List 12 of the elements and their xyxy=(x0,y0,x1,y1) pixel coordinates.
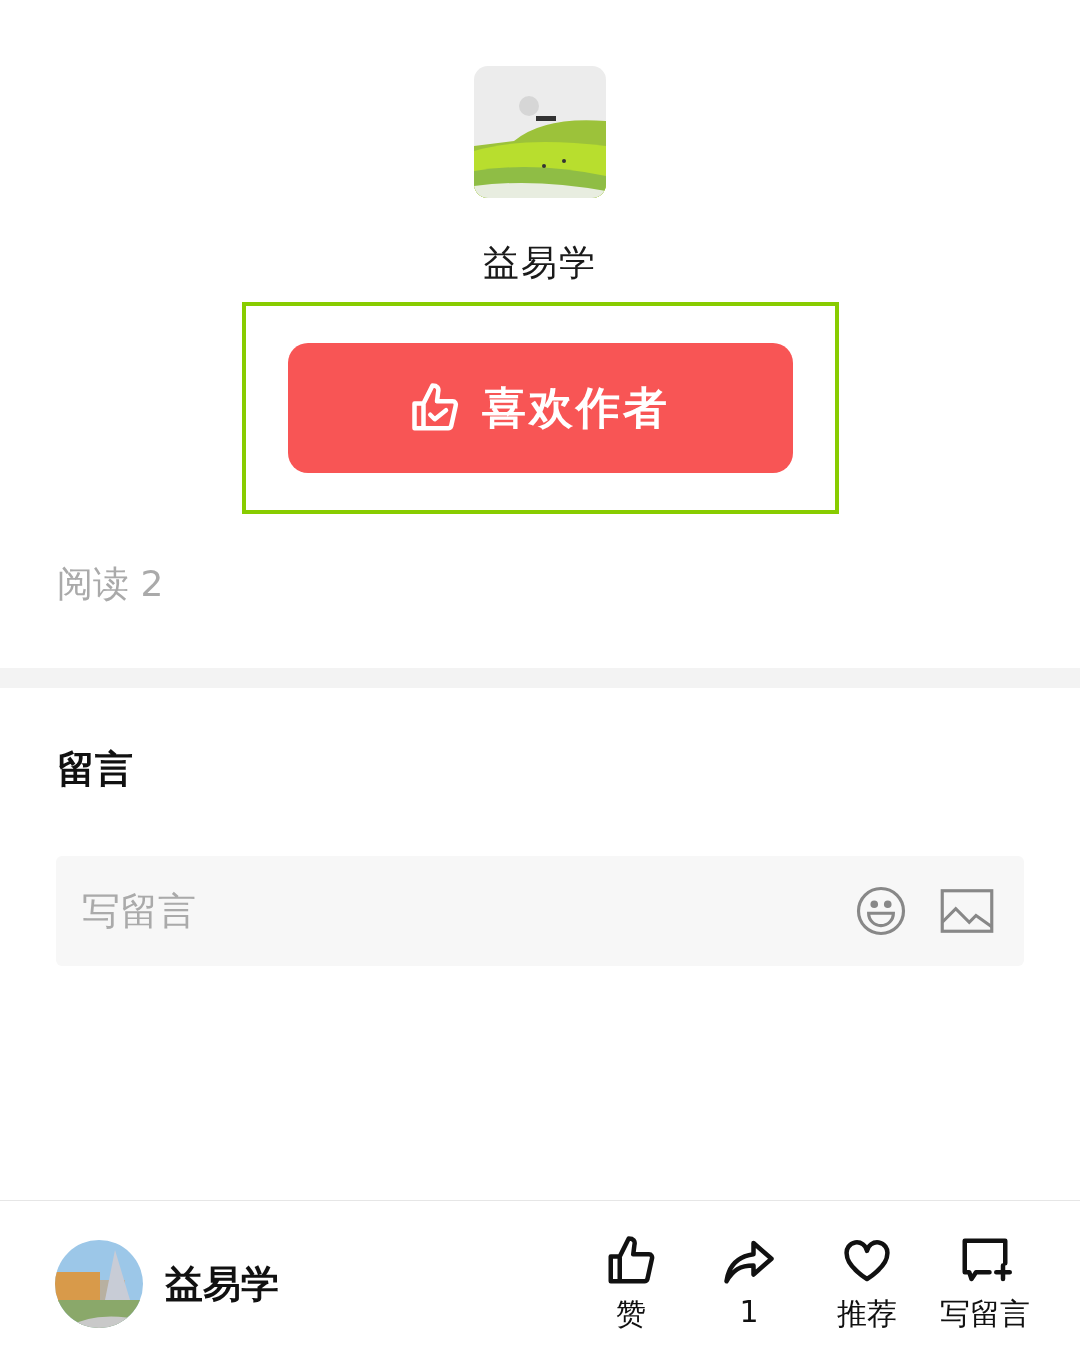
recommend-button[interactable]: 推荐 xyxy=(812,1233,922,1335)
image-icon[interactable] xyxy=(940,888,994,934)
emoji-icon[interactable] xyxy=(854,884,908,938)
comment-input-field[interactable]: 写留言 xyxy=(80,888,822,934)
comments-title: 留言 xyxy=(57,746,134,793)
account-name: 益易学 xyxy=(165,1260,279,1308)
share-button[interactable]: 1 xyxy=(694,1233,804,1335)
read-count: 阅读 2 xyxy=(57,562,164,606)
author-name: 益易学 xyxy=(483,241,597,285)
like-button[interactable]: 赞 xyxy=(576,1233,686,1335)
comment-input-box[interactable]: 写留言 xyxy=(56,856,1024,966)
comment-button[interactable]: 写留言 xyxy=(930,1233,1040,1335)
